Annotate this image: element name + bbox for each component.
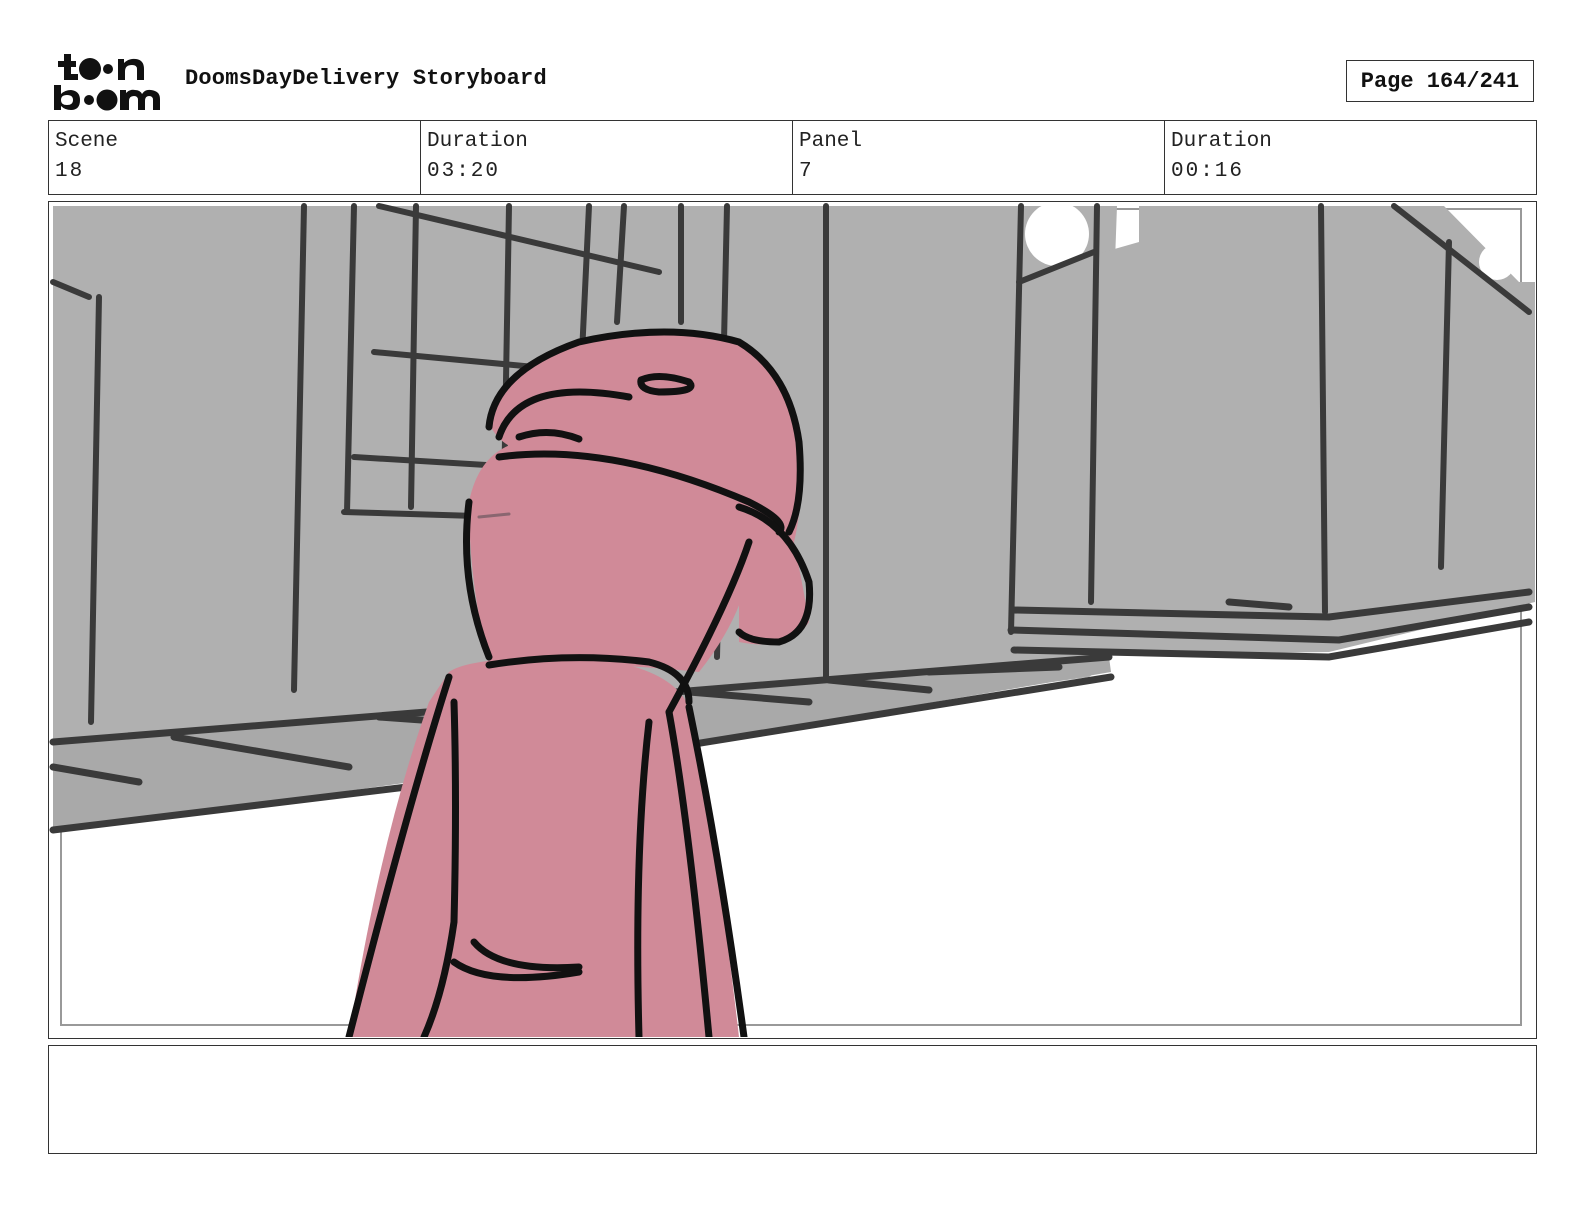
- panel-value: 7: [799, 160, 814, 183]
- scene-duration-cell: Duration 03:20: [421, 121, 793, 194]
- panel-notes-box: [48, 1045, 1537, 1154]
- panel-duration-label: Duration: [1171, 130, 1272, 153]
- panel-cell: Panel 7: [793, 121, 1165, 194]
- storyboard-panel-image: [48, 201, 1537, 1039]
- toon-boom-logo: [52, 50, 164, 112]
- storyboard-title: DoomsDayDelivery Storyboard: [185, 66, 547, 91]
- right-building: [1009, 206, 1535, 657]
- scene-label: Scene: [55, 130, 119, 153]
- panel-label: Panel: [799, 130, 863, 153]
- panel-duration-cell: Duration 00:16: [1165, 121, 1536, 194]
- panel-sketch: [49, 202, 1535, 1037]
- panel-info-row: Scene 18 Duration 03:20 Panel 7 Duration…: [48, 120, 1537, 195]
- page-indicator: Page 164/241: [1346, 60, 1534, 102]
- panel-duration-value: 00:16: [1171, 160, 1245, 183]
- scene-cell: Scene 18: [49, 121, 421, 194]
- scene-value: 18: [55, 160, 85, 183]
- scene-duration-value: 03:20: [427, 160, 501, 183]
- scene-duration-label: Duration: [427, 130, 528, 153]
